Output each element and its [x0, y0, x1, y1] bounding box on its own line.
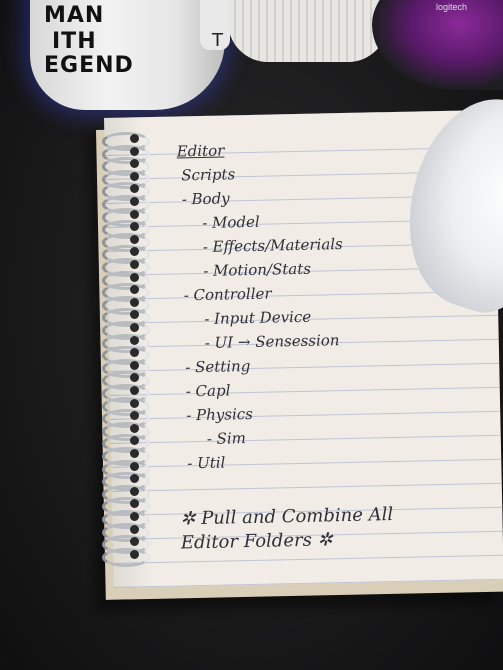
notebook-line: Editor Folders ✲: [180, 529, 333, 554]
punch-hole: [130, 171, 139, 181]
punch-hole: [130, 146, 139, 156]
punch-hole: [130, 272, 139, 282]
white-ramekin: [228, 0, 388, 62]
punch-hole: [130, 486, 139, 496]
punch-hole: [130, 512, 139, 521]
notebook-line: - Effects/Materials: [202, 235, 343, 256]
punch-hole: [130, 234, 139, 244]
notebook-line: - Motion/Stats: [203, 259, 312, 280]
notebook-line: - Setting: [185, 356, 251, 377]
notebook-line: - Model: [202, 212, 260, 232]
punch-hole: [130, 323, 139, 332]
mug-text-line-1: MAN: [44, 3, 105, 28]
mug-text-line-3: EGEND: [44, 53, 134, 78]
punch-hole: [130, 134, 139, 143]
photo-scene: MAN ITH EGEND T logitech Editor Scripts - …: [0, 0, 503, 670]
mug-text-line-2: ITH: [52, 29, 97, 54]
punch-hole: [130, 423, 139, 433]
notebook-line: ✲ Pull and Combine All: [180, 504, 394, 530]
punch-hole: [130, 524, 139, 534]
coffee-mug: MAN ITH EGEND: [30, 0, 225, 110]
punch-hole: [130, 297, 139, 307]
punch-hole: [130, 386, 139, 395]
notebook-line: - Input Device: [204, 307, 312, 328]
notebook-line: - Sim: [206, 429, 247, 448]
notebook-line: - Capl: [185, 381, 231, 401]
punch-hole: [130, 549, 139, 559]
punch-hole: [130, 398, 139, 408]
punch-hole: [130, 260, 139, 269]
spiral-ring: [102, 547, 150, 567]
notebook-line: - Body: [181, 189, 230, 209]
spiral-binding: [94, 128, 150, 568]
punch-hole: [130, 335, 139, 345]
punch-hole: [130, 197, 139, 206]
notebook-line: - UI → Sensession: [204, 331, 340, 352]
punch-hole: [130, 209, 139, 219]
notebook-line: - Controller: [183, 284, 272, 305]
notebook-line: Scripts: [181, 165, 236, 185]
mouse-logo: logitech: [436, 2, 468, 12]
mug-letter: T: [212, 30, 223, 51]
punch-hole: [130, 360, 139, 370]
punch-hole: [130, 449, 139, 458]
punch-hole: [130, 461, 139, 471]
notebook-line: - Util: [187, 453, 226, 473]
notebook-line: - Physics: [186, 404, 254, 425]
notebook-title: Editor: [176, 141, 225, 161]
